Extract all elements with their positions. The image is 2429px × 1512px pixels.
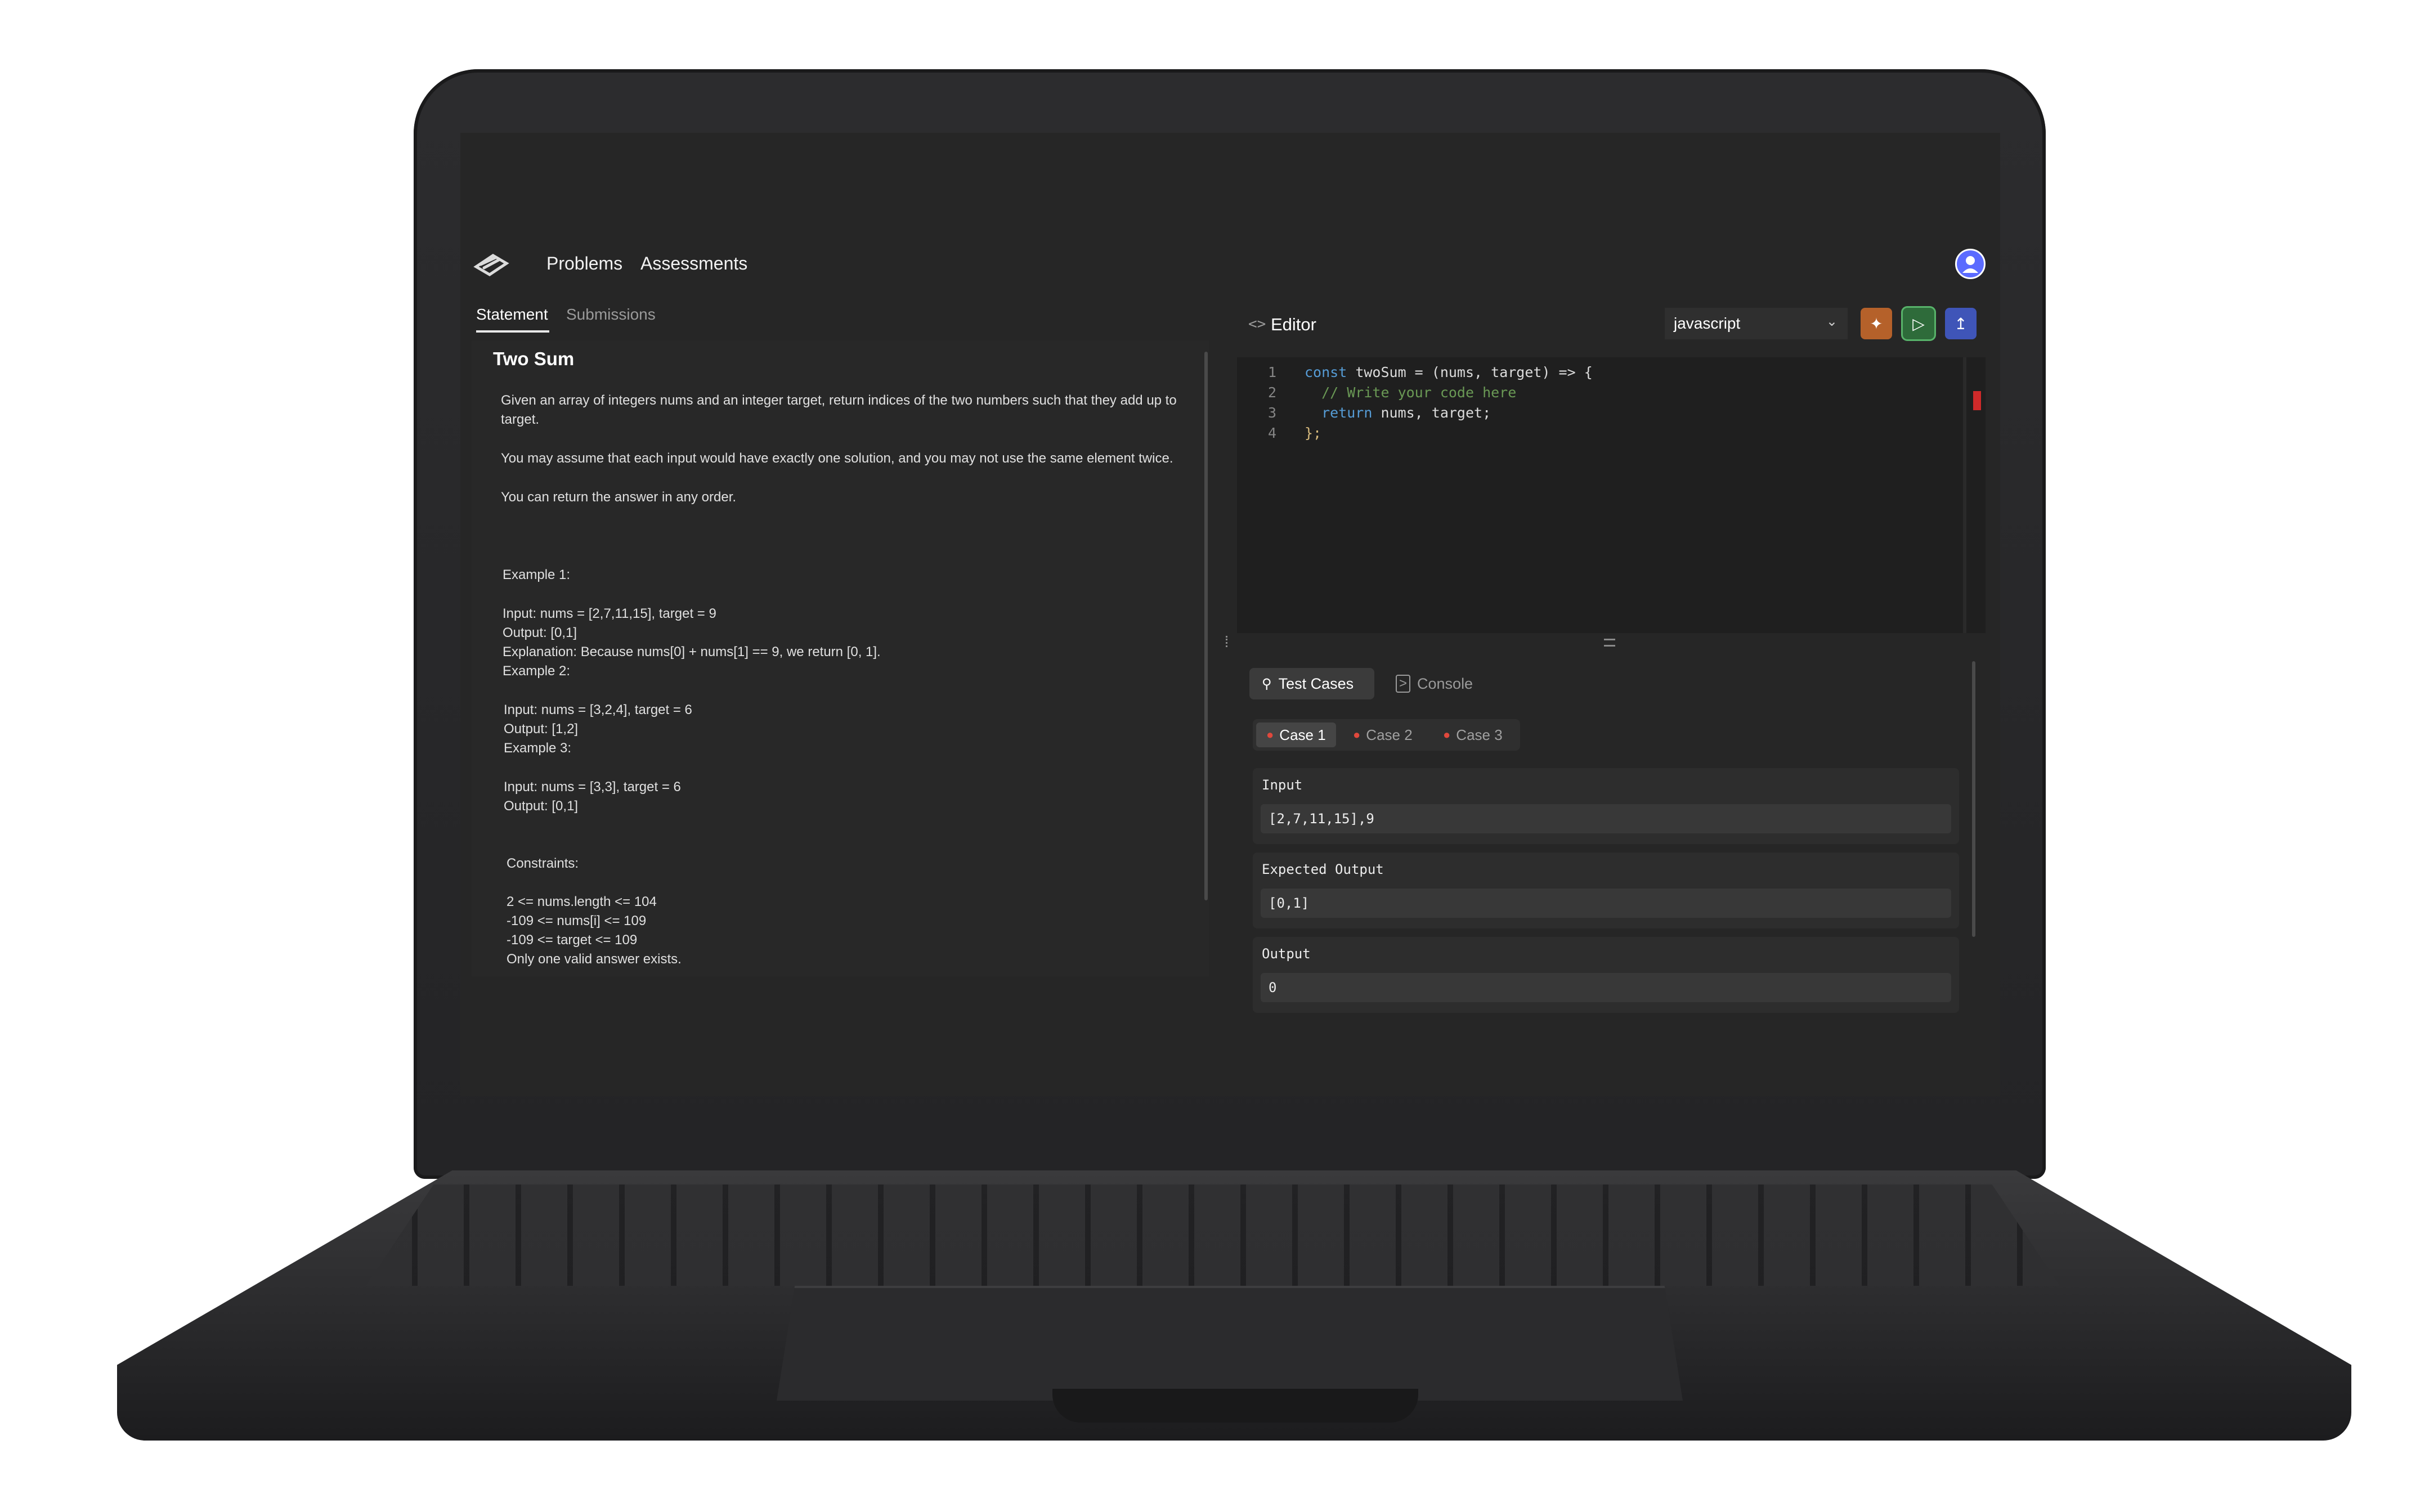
- example-line: Output: [0,1]: [503, 625, 577, 640]
- tab-console[interactable]: > Console: [1383, 668, 1490, 699]
- case-label: Case 1: [1279, 726, 1326, 743]
- case-1-tab[interactable]: ● Case 1: [1256, 723, 1336, 747]
- language-select[interactable]: javascript ⌄: [1665, 308, 1848, 339]
- laptop-front-notch: [1052, 1389, 1418, 1423]
- problem-statement: Two Sum Given an array of integers nums …: [472, 340, 1209, 976]
- constraint-line: -109 <= nums[i] <= 109: [507, 913, 647, 928]
- code-editor[interactable]: 1 2 3 4 const twoSum = (nums, target) =>…: [1237, 357, 1986, 633]
- upload-icon: ↥: [1954, 315, 1968, 333]
- problem-title: Two Sum: [493, 348, 575, 369]
- code-comment: // Write your code here: [1305, 384, 1517, 401]
- line-number: 4: [1268, 425, 1277, 441]
- sparkle-icon: ✦: [1870, 315, 1883, 333]
- code-brackets-icon: <>: [1248, 316, 1266, 333]
- test-panel-scrollbar[interactable]: [1972, 661, 1975, 937]
- output-value: 0: [1261, 973, 1951, 1002]
- language-select-value: javascript: [1674, 315, 1741, 332]
- run-button[interactable]: ▷: [1903, 308, 1934, 339]
- statement-line: Given an array of integers nums and an i…: [501, 393, 1177, 408]
- expected-output-label: Expected Output: [1262, 862, 1384, 877]
- code-keyword: const: [1305, 364, 1347, 380]
- pane-divider-handle[interactable]: [1226, 636, 1230, 647]
- user-icon[interactable]: [1955, 249, 1986, 279]
- example-line: Output: [0,1]: [504, 798, 579, 814]
- tab-test-cases[interactable]: ⚲ Test Cases: [1249, 668, 1374, 699]
- expected-output-box: Expected Output [0,1]: [1253, 853, 1959, 928]
- active-tab-indicator: [476, 330, 549, 333]
- editor-title: Editor: [1271, 315, 1316, 334]
- input-value: [2,7,11,15],9: [1261, 804, 1951, 833]
- output-label: Output: [1262, 946, 1311, 962]
- submit-button[interactable]: ↥: [1945, 308, 1977, 339]
- test-panel: ⚲ Test Cases > Console ● Case 1 ● Case 2: [1237, 661, 1986, 1094]
- line-number: 1: [1268, 364, 1277, 380]
- statement-line: target.: [501, 412, 540, 427]
- failed-status-dot: ●: [1266, 728, 1274, 742]
- top-navbar: Problems Assessments: [472, 225, 1986, 304]
- case-label: Case 3: [1456, 726, 1503, 743]
- laptop-keyboard: [366, 1185, 2060, 1286]
- example-line: Example 2:: [503, 663, 571, 679]
- failed-status-dot: ●: [1353, 728, 1361, 742]
- constraint-line: 2 <= nums.length <= 104: [507, 894, 657, 909]
- example-line: Input: nums = [2,7,11,15], target = 9: [503, 606, 716, 621]
- editor-header: <> Editor javascript ⌄ ✦ ▷ ↥: [1237, 295, 1986, 346]
- case-label: Case 2: [1366, 726, 1413, 743]
- code-line: };: [1305, 425, 1322, 441]
- code-line: const twoSum = (nums, target) => {: [1305, 364, 1593, 380]
- tab-console-label: Console: [1417, 675, 1473, 692]
- constraint-line: -109 <= target <= 109: [507, 932, 638, 948]
- play-icon: ▷: [1912, 315, 1925, 333]
- example-line: Example 1:: [503, 567, 571, 582]
- example-line: Output: [1,2]: [504, 721, 579, 737]
- example-line: Example 3:: [504, 741, 572, 756]
- nav-assessments-link[interactable]: Assessments: [640, 253, 747, 274]
- app-screen: Problems Assessments Statement Submissio…: [472, 225, 1986, 1094]
- flask-icon: ⚲: [1262, 676, 1272, 692]
- editor-scrollbar[interactable]: [1963, 357, 1966, 633]
- error-marker: [1973, 391, 1981, 410]
- statement-pane: Statement Submissions Two Sum Given an a…: [472, 301, 1226, 1094]
- constraints-heading: Constraints:: [507, 856, 579, 871]
- code-text: twoSum = (nums, target) => {: [1347, 364, 1593, 380]
- editor-pane: <> Editor javascript ⌄ ✦ ▷ ↥ 1 2 3 4 con…: [1237, 295, 1986, 1094]
- chevron-down-icon: ⌄: [1826, 314, 1838, 329]
- resize-handle[interactable]: [1604, 639, 1615, 647]
- logo-icon[interactable]: [472, 248, 511, 281]
- failed-status-dot: ●: [1443, 728, 1451, 742]
- code-line: return nums, target;: [1305, 405, 1491, 421]
- code-keyword: return: [1305, 405, 1373, 421]
- case-selector: ● Case 1 ● Case 2 ● Case 3: [1253, 719, 1520, 751]
- laptop-trackpad: [777, 1286, 1683, 1401]
- example-line: Input: nums = [3,2,4], target = 6: [504, 702, 692, 717]
- output-box: Output 0: [1253, 937, 1959, 1013]
- code-text: nums, target;: [1372, 405, 1491, 421]
- example-line: Explanation: Because nums[0] + nums[1] =…: [503, 644, 881, 659]
- tab-submissions[interactable]: Submissions: [566, 306, 656, 324]
- expected-output-value: [0,1]: [1261, 889, 1951, 918]
- tab-statement[interactable]: Statement: [476, 306, 548, 324]
- tab-test-cases-label: Test Cases: [1278, 675, 1354, 692]
- case-3-tab[interactable]: ● Case 3: [1433, 723, 1513, 747]
- statement-scrollbar[interactable]: [1204, 352, 1208, 900]
- input-box: Input [2,7,11,15],9: [1253, 768, 1959, 844]
- line-number: 2: [1268, 384, 1277, 401]
- case-2-tab[interactable]: ● Case 2: [1343, 723, 1423, 747]
- example-line: Input: nums = [3,3], target = 6: [504, 779, 681, 795]
- nav-problems-link[interactable]: Problems: [546, 253, 622, 274]
- ai-assist-button[interactable]: ✦: [1861, 308, 1892, 339]
- statement-line: You may assume that each input would hav…: [501, 451, 1173, 466]
- input-label: Input: [1262, 777, 1303, 793]
- statement-line: You can return the answer in any order.: [501, 490, 737, 505]
- constraint-line: Only one valid answer exists.: [507, 952, 682, 967]
- terminal-icon: >: [1396, 675, 1411, 693]
- line-number: 3: [1268, 405, 1277, 421]
